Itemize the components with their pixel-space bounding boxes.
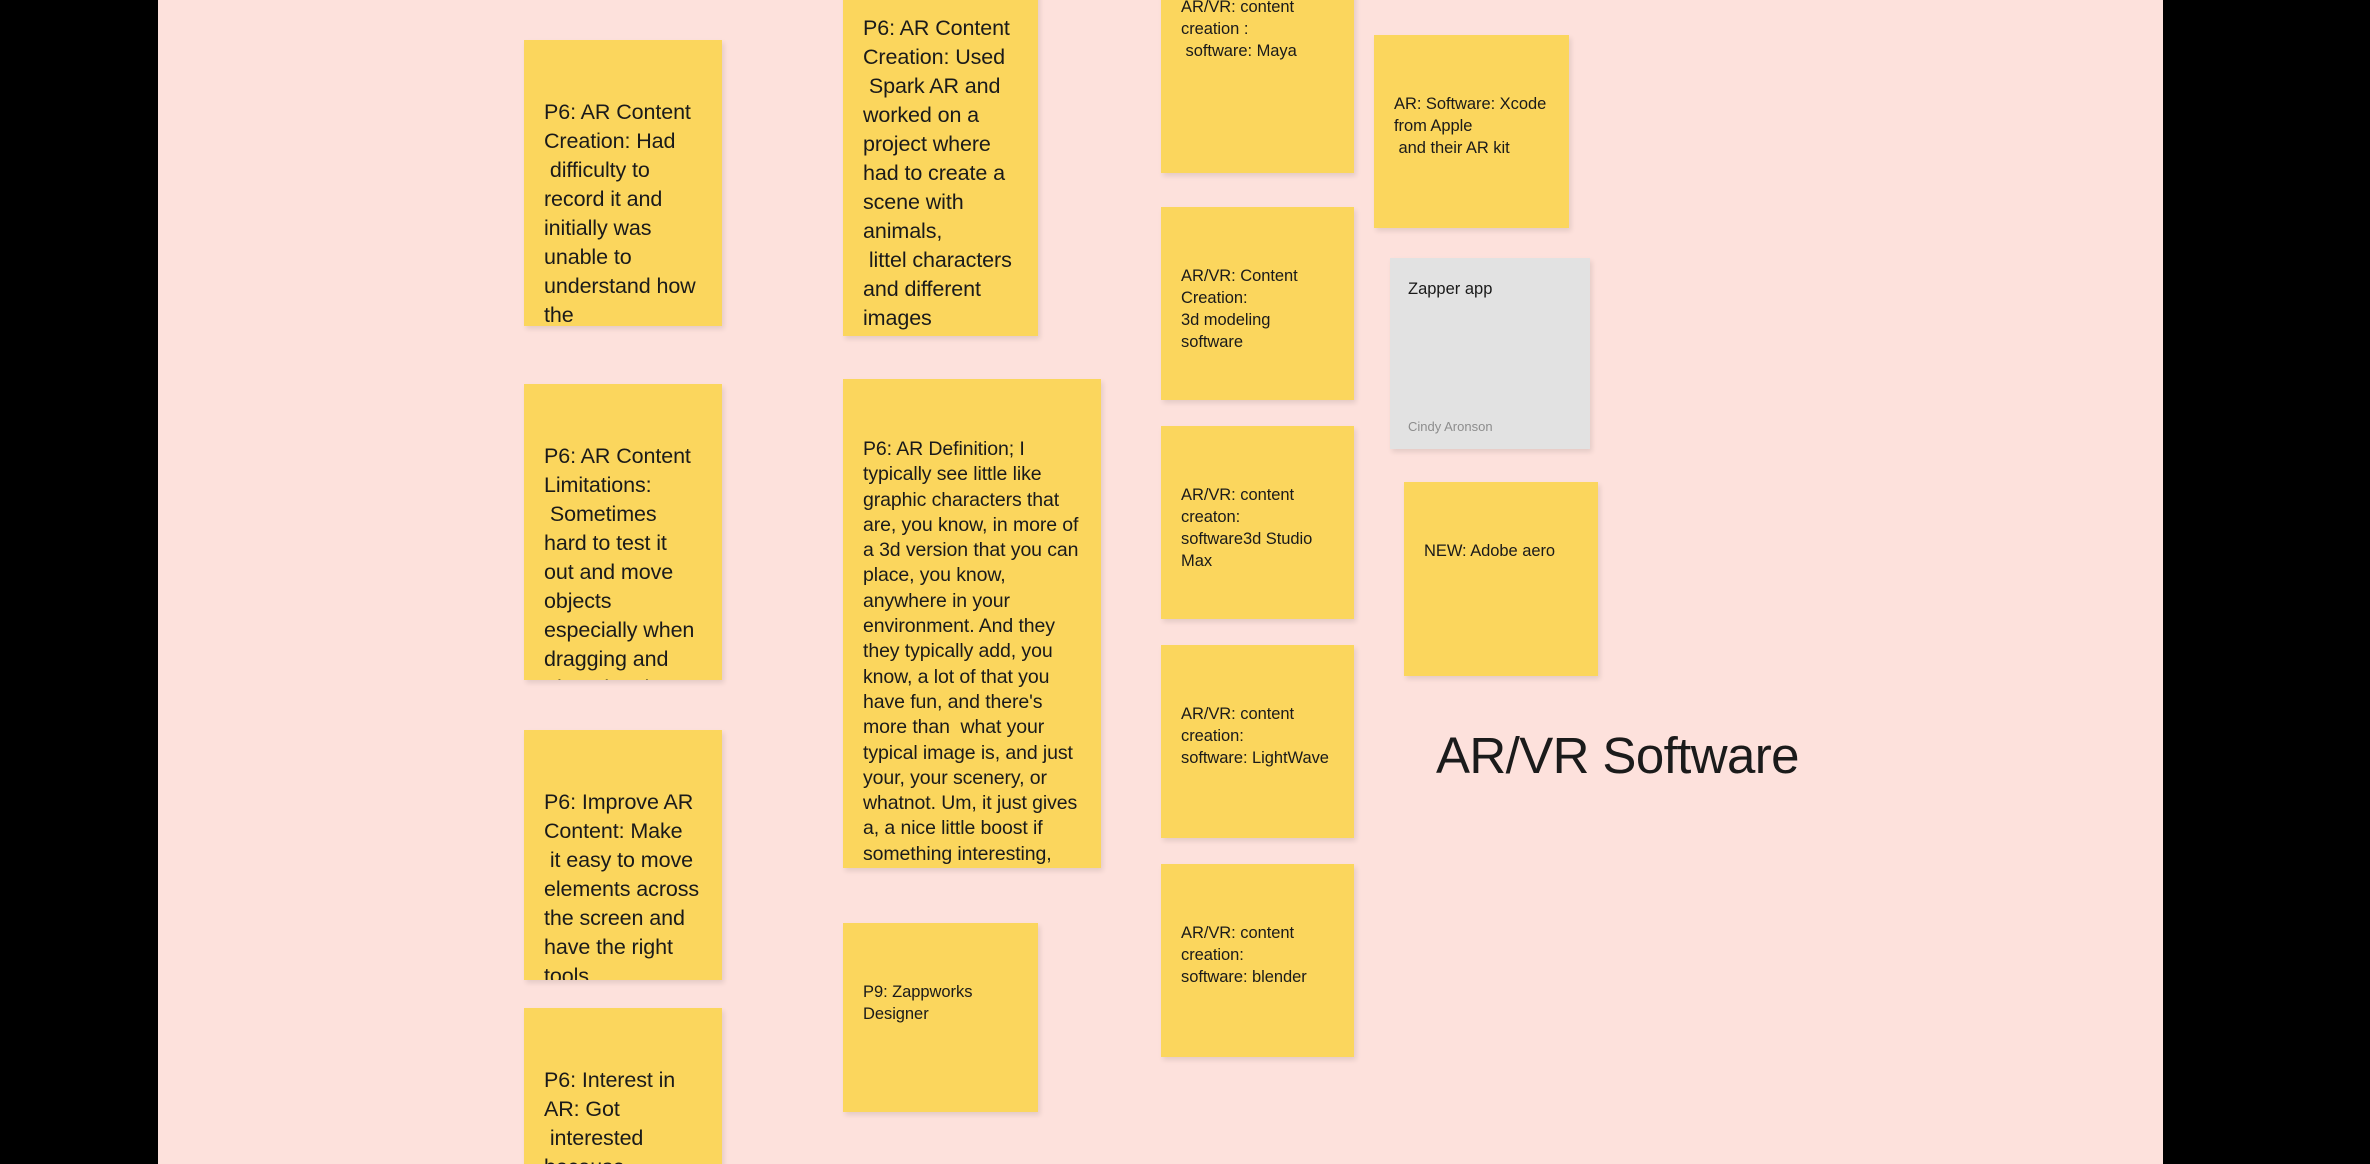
sticky-note-text: AR/VR: content creation: software: blend…	[1181, 924, 1307, 986]
sticky-note-text: AR/VR: content creation : software: Maya	[1181, 0, 1297, 60]
sticky-note-text: P6: AR Content Creation: Had difficulty …	[544, 100, 696, 326]
sticky-note-p6-improve-ar-content[interactable]: P6: Improve AR Content: Make it easy to …	[524, 730, 722, 980]
sticky-note-text: P6: AR Content Creation: Used Spark AR a…	[863, 16, 1012, 330]
sticky-note-arvr-software-lightwave[interactable]: AR/VR: content creation: software: Light…	[1161, 645, 1354, 838]
sticky-note-p6-ar-definition[interactable]: P6: AR Definition; I typically see littl…	[843, 379, 1101, 868]
sticky-note-p6-ar-content-creation-spark-ar[interactable]: P6: AR Content Creation: Used Spark AR a…	[843, 0, 1038, 336]
sticky-note-arvr-software-blender[interactable]: AR/VR: content creation: software: blend…	[1161, 864, 1354, 1057]
sticky-note-text: AR/VR: Content Creation: 3d modeling sof…	[1181, 267, 1298, 351]
sticky-note-p6-ar-content-creation-difficulty[interactable]: P6: AR Content Creation: Had difficulty …	[524, 40, 722, 326]
sticky-note-p9-zappworks-designer[interactable]: P9: Zappworks Designer	[843, 923, 1038, 1112]
sticky-note-text: P6: Improve AR Content: Make it easy to …	[544, 790, 700, 980]
sticky-note-p6-ar-content-limitations[interactable]: P6: AR Content Limitations: Sometimes ha…	[524, 384, 722, 680]
card-zapper-app[interactable]: Zapper app Cindy Aronson	[1390, 258, 1590, 449]
sticky-note-text: P6: Interest in AR: Got interested becau…	[544, 1068, 676, 1164]
sticky-note-text: AR: Software: Xcode from Apple and their…	[1394, 95, 1547, 157]
board-viewport[interactable]: P6: AR Content Creation: Had difficulty …	[0, 0, 2370, 1164]
sticky-note-ar-software-xcode[interactable]: AR: Software: Xcode from Apple and their…	[1374, 35, 1569, 228]
sticky-note-arvr-software-3d-studio-max[interactable]: AR/VR: content creaton: software3d Studi…	[1161, 426, 1354, 619]
sticky-note-text: AR/VR: content creation: software: Light…	[1181, 705, 1329, 767]
card-title: Zapper app	[1408, 280, 1493, 298]
sticky-note-text: P6: AR Definition; I typically see littl…	[863, 438, 1079, 865]
card-author: Cindy Aronson	[1408, 419, 1493, 434]
sticky-note-arvr-3d-modeling-software[interactable]: AR/VR: Content Creation: 3d modeling sof…	[1161, 207, 1354, 400]
sticky-note-text: P6: AR Content Limitations: Sometimes ha…	[544, 444, 695, 680]
sticky-note-new-adobe-aero[interactable]: NEW: Adobe aero	[1404, 482, 1598, 676]
sticky-note-text: P9: Zappworks Designer	[863, 983, 977, 1023]
sticky-note-p6-interest-in-ar[interactable]: P6: Interest in AR: Got interested becau…	[524, 1008, 722, 1164]
sticky-note-text: AR/VR: content creaton: software3d Studi…	[1181, 486, 1313, 570]
board-canvas[interactable]: P6: AR Content Creation: Had difficulty …	[158, 0, 2163, 1164]
board-heading: AR/VR Software	[1436, 727, 1800, 784]
sticky-note-arvr-software-maya[interactable]: AR/VR: content creation : software: Maya	[1161, 0, 1354, 173]
sticky-note-text: NEW: Adobe aero	[1424, 542, 1556, 560]
